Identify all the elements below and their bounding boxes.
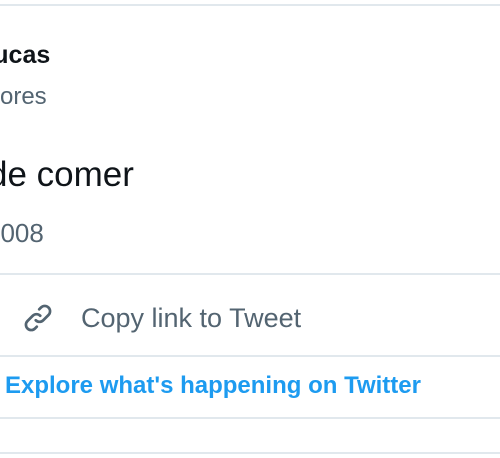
copy-link-button[interactable]: Copy link to Tweet	[20, 296, 301, 340]
author-name[interactable]: Lucas	[0, 40, 50, 70]
footer-divider	[0, 417, 500, 419]
tweet-date[interactable]: 2008	[0, 218, 44, 248]
author-handle[interactable]: Flores	[0, 82, 47, 112]
actions-top-divider	[0, 273, 500, 275]
actions-bottom-divider	[0, 355, 500, 357]
link-icon	[20, 300, 56, 336]
copy-link-label: Copy link to Tweet	[81, 302, 302, 333]
top-divider	[0, 4, 500, 6]
tweet-text: de comer	[0, 155, 134, 194]
bottom-divider	[0, 452, 500, 454]
explore-twitter-link[interactable]: Explore what's happening on Twitter	[5, 370, 421, 402]
